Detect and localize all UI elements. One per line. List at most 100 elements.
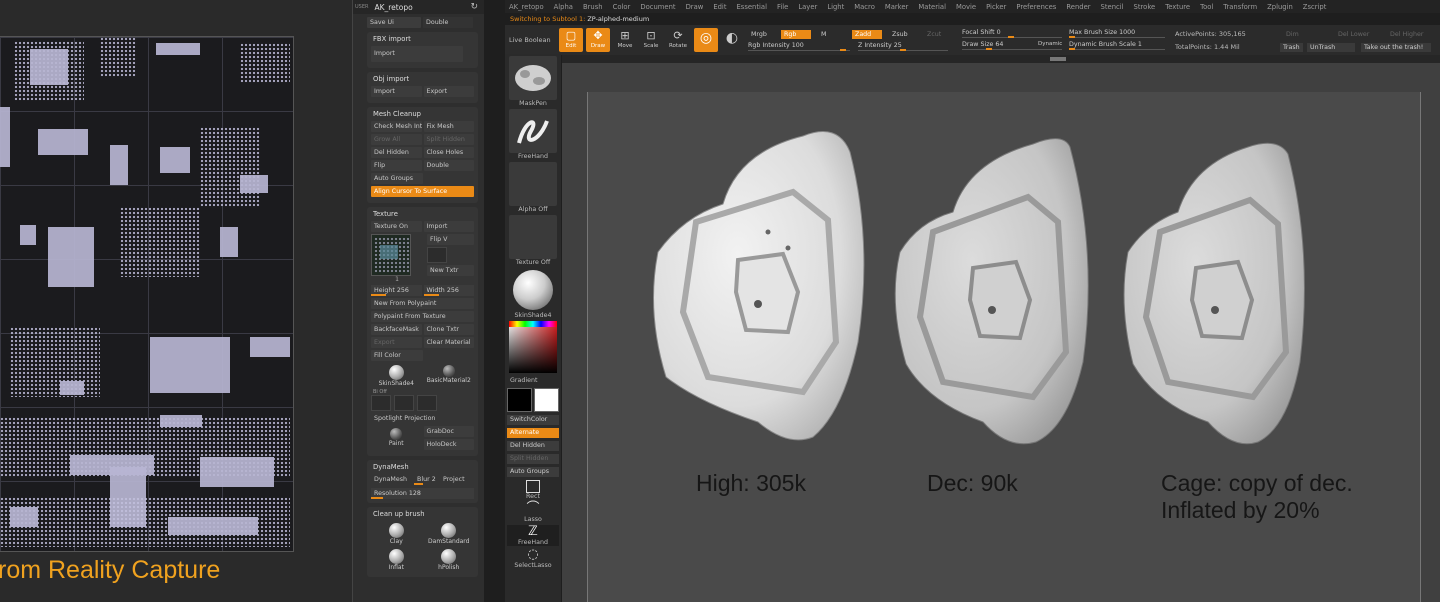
zsub-button[interactable]: Zsub	[889, 30, 911, 39]
flip-v-button[interactable]: Flip V	[427, 234, 474, 245]
inflat-brush[interactable]: Inflat	[371, 547, 422, 571]
menu-item-alpha[interactable]: Alpha	[554, 3, 573, 11]
menu-item-light[interactable]: Light	[827, 3, 844, 11]
double-button[interactable]: Double	[423, 160, 474, 171]
dynamic-brush-scale-slider[interactable]: Dynamic Brush Scale 1	[1069, 40, 1165, 50]
spotlight-projection-button[interactable]: Spotlight Projection	[371, 413, 474, 424]
move-button[interactable]: ⊞ Move	[613, 28, 637, 52]
shelf-del-hidden-button[interactable]: Del Hidden	[507, 441, 559, 451]
grabdoc-button[interactable]: GrabDoc	[423, 426, 474, 437]
alpha-off-slot[interactable]: Alpha Off	[507, 162, 559, 213]
menu-item-movie[interactable]: Movie	[956, 3, 976, 11]
m-button[interactable]: M	[818, 30, 829, 39]
new-from-polypaint-button[interactable]: New From Polypaint	[371, 298, 474, 309]
del-hidden-button[interactable]: Del Hidden	[371, 147, 422, 158]
skinshade-material[interactable]: SkinShade4	[507, 268, 559, 319]
material-basicmaterial2[interactable]: BasicMaterial2	[424, 363, 475, 387]
untrash-button[interactable]: UnTrash	[1307, 43, 1355, 52]
rect-select[interactable]: Rect	[507, 480, 559, 500]
menu-item-stroke[interactable]: Stroke	[1134, 3, 1156, 11]
fix-mesh-button[interactable]: Fix Mesh	[423, 121, 474, 132]
secondary-color-swatch[interactable]	[507, 388, 532, 412]
max-brush-size-slider[interactable]: Max Brush Size 1000	[1069, 28, 1165, 38]
texture-import-button[interactable]: Import	[423, 221, 474, 232]
lasso-select[interactable]: ⌒ Lasso	[507, 502, 559, 524]
menu-item-material[interactable]: Material	[918, 3, 946, 11]
menu-item-brush[interactable]: Brush	[583, 3, 603, 11]
obj-export-button[interactable]: Export	[423, 86, 474, 97]
damstandard-brush[interactable]: DamStandard	[424, 521, 475, 545]
obj-import-button[interactable]: Import	[371, 86, 422, 97]
texture-on-button[interactable]: Texture On	[371, 221, 422, 232]
save-ui-button[interactable]: Save Ui	[367, 17, 421, 28]
focal-shift-slider[interactable]: Focal Shift 0	[962, 28, 1062, 38]
menu-item-picker[interactable]: Picker	[986, 3, 1006, 11]
texture-off-slot[interactable]: Texture Off	[507, 215, 559, 266]
z-intensity-slider[interactable]: Z Intensity 25	[858, 41, 948, 51]
fbx-import-button[interactable]: Import	[371, 46, 463, 62]
dynamesh-button[interactable]: DynaMesh	[371, 474, 410, 485]
polypaint-from-texture-button[interactable]: Polypaint From Texture	[371, 311, 474, 322]
flip-arrows-icon[interactable]	[427, 247, 447, 263]
draw-button[interactable]: ✥ Draw	[586, 28, 610, 52]
maskpen-brush[interactable]: MaskPen	[507, 56, 559, 107]
zcut-button[interactable]: Zcut	[924, 30, 944, 39]
new-texture-button[interactable]: New Txtr	[427, 265, 474, 276]
freehand-stroke[interactable]: FreeHand	[507, 109, 559, 160]
menu-item-file[interactable]: File	[777, 3, 788, 11]
gauge-icon[interactable]	[371, 395, 391, 411]
menu-item-texture[interactable]: Texture	[1165, 3, 1190, 11]
trash-button[interactable]: Trash	[1280, 43, 1303, 52]
menu-item-layer[interactable]: Layer	[798, 3, 817, 11]
align-cursor-button[interactable]: Align Cursor To Surface	[371, 186, 474, 197]
shelf-split-hidden-button[interactable]: Split Hidden	[507, 454, 559, 464]
hue-bar[interactable]	[509, 321, 557, 327]
edit-button[interactable]: ▢ Edit	[559, 28, 583, 52]
fill-color-button[interactable]: Fill Color	[371, 350, 423, 361]
menu-item-draw[interactable]: Draw	[686, 3, 704, 11]
color-toggle-button[interactable]: ◐	[720, 28, 744, 52]
material-skinshade4[interactable]: SkinShade4	[371, 363, 422, 387]
paint-button[interactable]: Paint	[371, 426, 422, 450]
grid-icon[interactable]	[394, 395, 414, 411]
menu-item-essential[interactable]: Essential	[737, 3, 767, 11]
switchcolor-button[interactable]: SwitchColor	[507, 415, 559, 425]
take-out-trash-button[interactable]: Take out the trash!	[1361, 43, 1431, 52]
reload-icon[interactable]: ↻	[470, 2, 478, 12]
menu-item-stencil[interactable]: Stencil	[1101, 3, 1124, 11]
texture-export-button[interactable]: Export	[371, 337, 422, 348]
menu-item-edit[interactable]: Edit	[713, 3, 726, 11]
double-top-button[interactable]: Double	[423, 17, 473, 28]
material-swatch-button[interactable]: ◎	[694, 28, 718, 52]
menu-item-transform[interactable]: Transform	[1223, 3, 1257, 11]
project-button[interactable]: Project	[440, 474, 468, 485]
check-mesh-integrity-button[interactable]: Check Mesh Int	[371, 121, 422, 132]
del-lower-button[interactable]: Del Lower	[1335, 30, 1372, 39]
menu-item-document[interactable]: Document	[640, 3, 675, 11]
resolution-slider[interactable]: Resolution 128	[371, 488, 474, 499]
rotate-button[interactable]: ⟳ Rotate	[666, 28, 690, 52]
menu-item-ak-retopo[interactable]: AK_retopo	[509, 3, 544, 11]
menu-item-render[interactable]: Render	[1066, 3, 1090, 11]
backface-mask-button[interactable]: BackfaceMask	[371, 324, 422, 335]
texture-thumbnail[interactable]	[371, 234, 411, 276]
menu-item-color[interactable]: Color	[613, 3, 631, 11]
rgb-intensity-slider[interactable]: Rgb Intensity 100	[748, 41, 850, 51]
document-canvas[interactable]: High: 305k Dec: 90k Cage: copy of dec. I…	[587, 92, 1421, 602]
alternate-button[interactable]: Alternate	[507, 428, 559, 438]
freehand-select[interactable]: ℤ FreeHand	[507, 525, 559, 546]
close-holes-button[interactable]: Close Holes	[423, 147, 474, 158]
3d-viewport[interactable]: High: 305k Dec: 90k Cage: copy of dec. I…	[562, 63, 1440, 602]
color-picker[interactable]	[509, 321, 557, 373]
menu-item-marker[interactable]: Marker	[885, 3, 909, 11]
clay-brush[interactable]: Clay	[371, 521, 422, 545]
dim-button[interactable]: Dim	[1283, 30, 1302, 39]
auto-groups-button[interactable]: Auto Groups	[371, 173, 423, 184]
shelf-auto-groups-button[interactable]: Auto Groups	[507, 467, 559, 477]
hpolish-brush[interactable]: hPolish	[424, 547, 475, 571]
menu-item-tool[interactable]: Tool	[1200, 3, 1213, 11]
sliders-icon[interactable]	[417, 395, 437, 411]
grow-all-button[interactable]: Grow All	[371, 134, 422, 145]
scroll-handle[interactable]	[1050, 57, 1066, 61]
menu-item-macro[interactable]: Macro	[854, 3, 875, 11]
